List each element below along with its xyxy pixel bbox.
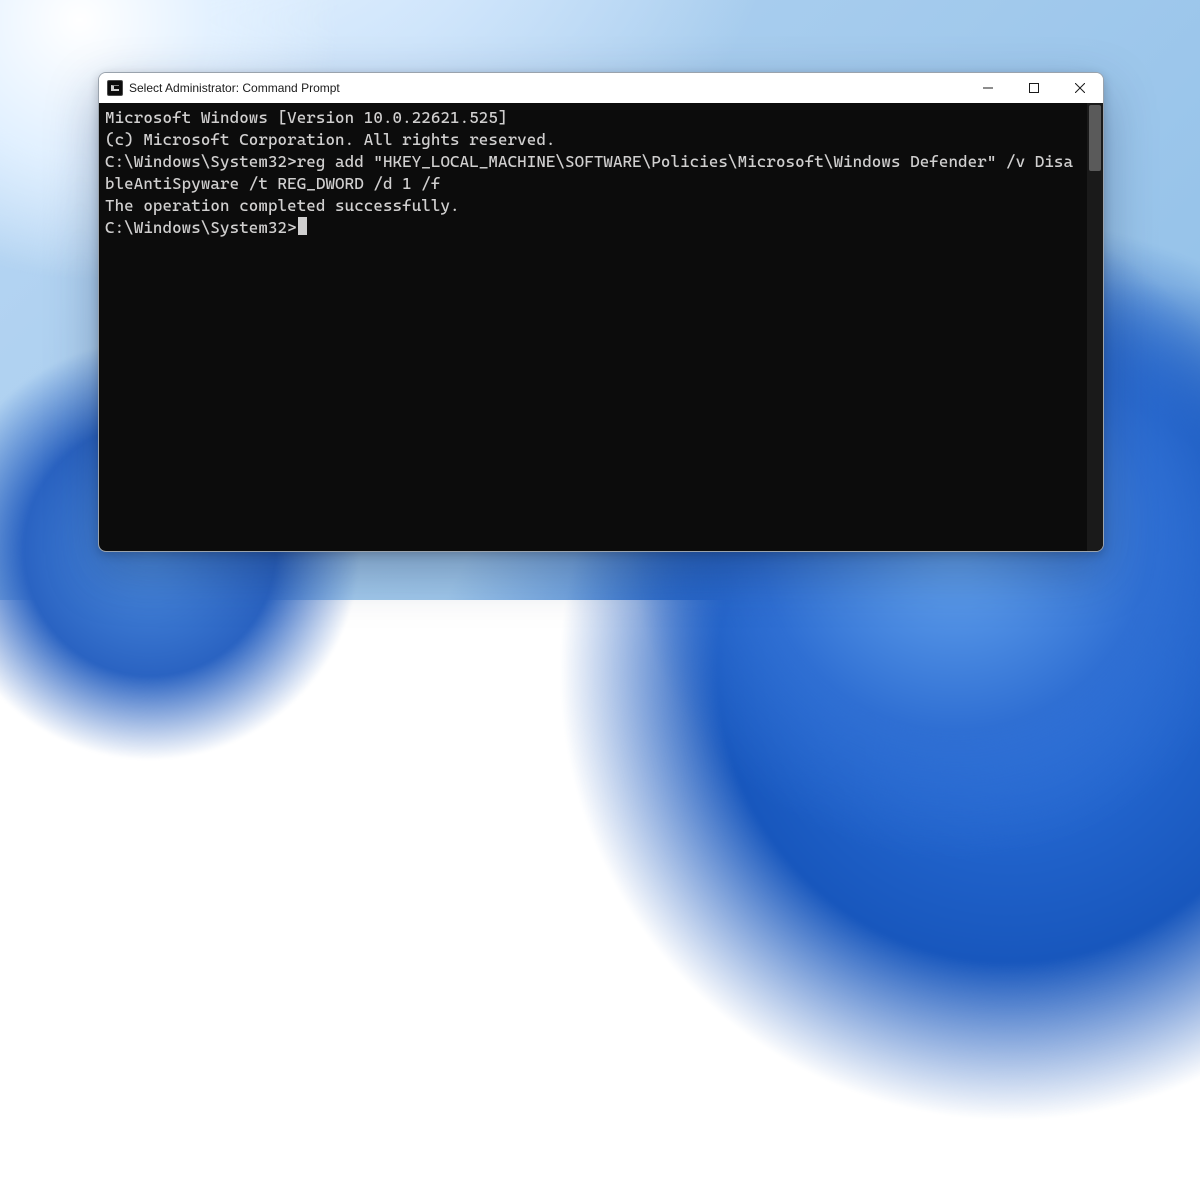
terminal-area: Microsoft Windows [Version 10.0.22621.52…	[99, 103, 1103, 551]
maximize-button[interactable]	[1011, 73, 1057, 103]
scrollbar-vertical[interactable]	[1087, 103, 1103, 551]
window-controls	[965, 73, 1103, 103]
cmd-window: Select Administrator: Command Prompt	[98, 72, 1104, 552]
scroll-thumb[interactable]	[1089, 105, 1101, 171]
minimize-button[interactable]	[965, 73, 1011, 103]
prompt: C:\Windows\System32>	[105, 152, 297, 171]
close-button[interactable]	[1057, 73, 1103, 103]
prompt: C:\Windows\System32>	[105, 218, 297, 237]
close-icon	[1075, 83, 1085, 93]
maximize-icon	[1029, 83, 1039, 93]
titlebar[interactable]: Select Administrator: Command Prompt	[99, 73, 1103, 103]
output-line: The operation completed successfully.	[105, 195, 1081, 217]
banner-line: (c) Microsoft Corporation. All rights re…	[105, 129, 1081, 151]
banner-line: Microsoft Windows [Version 10.0.22621.52…	[105, 107, 1081, 129]
terminal-output[interactable]: Microsoft Windows [Version 10.0.22621.52…	[99, 103, 1087, 551]
cursor	[298, 217, 307, 235]
window-title: Select Administrator: Command Prompt	[129, 81, 340, 95]
command-line: C:\Windows\System32>reg add "HKEY_LOCAL_…	[105, 151, 1081, 195]
current-prompt-line: C:\Windows\System32>	[105, 217, 1081, 239]
minimize-icon	[983, 83, 993, 93]
cmd-icon	[107, 80, 123, 96]
